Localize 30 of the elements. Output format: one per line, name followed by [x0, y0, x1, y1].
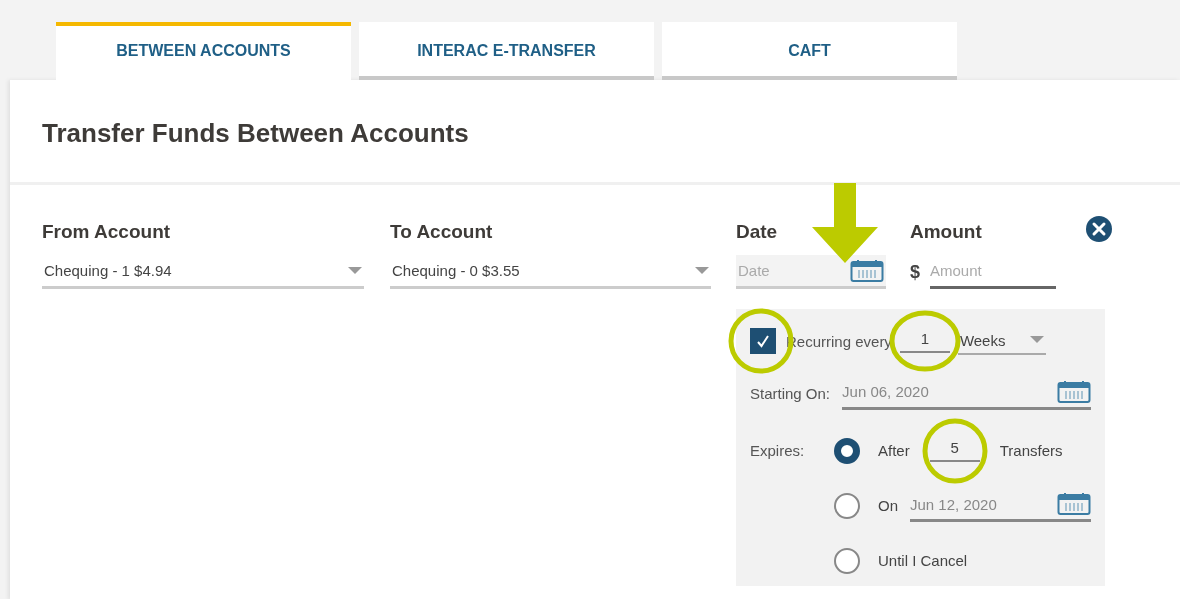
tab[interactable]: INTERAC E-TRANSFER: [359, 22, 654, 80]
checkbox[interactable]: [750, 328, 776, 354]
calendar-icon[interactable]: [1057, 492, 1091, 516]
caret-icon: [1029, 336, 1044, 344]
field-label: From Account: [42, 221, 172, 244]
starting-label: Starting On:: [750, 384, 831, 402]
currency-symbol: $: [910, 261, 920, 283]
field-label: To Account: [390, 221, 494, 244]
caret-icon: [695, 266, 709, 275]
option-suffix: Transfers: [999, 442, 1063, 459]
calendar-icon[interactable]: [1057, 379, 1091, 404]
to-account-dropdown[interactable]: Chequing - 0 $3.55: [390, 255, 711, 289]
tab[interactable]: BETWEEN ACCOUNTS: [56, 22, 351, 80]
radio-button[interactable]: [834, 492, 860, 519]
expires-label: Expires:: [749, 442, 806, 459]
page-title: Transfer Funds Between Accounts: [10, 80, 1180, 185]
option-label: Until I Cancel: [878, 552, 968, 569]
caret-icon: [348, 266, 362, 275]
radio-button[interactable]: [834, 547, 860, 574]
tab[interactable]: CAFT: [662, 22, 957, 80]
option-label: On: [878, 497, 898, 514]
unit-dropdown[interactable]: Weeks: [957, 327, 1046, 355]
from-account-dropdown[interactable]: Chequing - 1 $4.94: [42, 255, 364, 289]
close-icon[interactable]: [1085, 215, 1113, 243]
field-label: Amount: [910, 221, 983, 244]
radio-button[interactable]: [834, 437, 860, 464]
check-icon: [756, 334, 770, 348]
option-label: After: [878, 442, 910, 459]
field-label: Date: [736, 221, 779, 244]
calendar-icon[interactable]: [850, 258, 884, 283]
